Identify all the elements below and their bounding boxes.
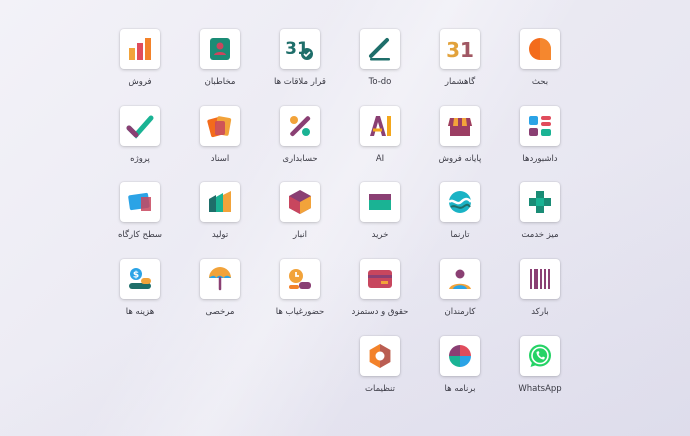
app-label-attendances[interactable]: حضورغیاب ها: [276, 307, 325, 318]
employees-icon[interactable]: [440, 259, 480, 299]
app-label-employees[interactable]: کارمندان: [445, 307, 476, 318]
payroll-icon[interactable]: [360, 259, 400, 299]
pos-icon[interactable]: [440, 106, 480, 146]
app-label-shopfloor[interactable]: سطح کارگاه: [118, 230, 162, 241]
app-tile-employees[interactable]: کارمندان: [420, 259, 500, 329]
inventory-icon[interactable]: [280, 182, 320, 222]
svg-text:$: $: [133, 271, 139, 281]
app-label-dashboards[interactable]: داشبوردها: [522, 154, 557, 165]
helpdesk-icon[interactable]: [520, 182, 560, 222]
manufacturing-icon[interactable]: [200, 182, 240, 222]
app-label-appointments[interactable]: قرار ملاقات ها: [274, 77, 326, 88]
app-tile-inventory[interactable]: انبار: [260, 182, 340, 252]
dashboards-icon[interactable]: [520, 106, 560, 146]
app-label-barcode[interactable]: بارکد: [531, 307, 549, 318]
expenses-icon[interactable]: $: [120, 259, 160, 299]
app-tile-barcode[interactable]: بارکد: [500, 259, 580, 329]
attendances-icon[interactable]: [280, 259, 320, 299]
timeoff-icon[interactable]: [200, 259, 240, 299]
app-tile-shopfloor[interactable]: سطح کارگاه: [100, 182, 180, 252]
app-label-whatsapp[interactable]: WhatsApp: [518, 384, 561, 395]
app-tile-accounting[interactable]: حسابداری: [260, 106, 340, 176]
app-tile-website[interactable]: تارنما: [420, 182, 500, 252]
svg-text:1: 1: [460, 38, 474, 62]
barcode-icon[interactable]: [520, 259, 560, 299]
sales-icon[interactable]: [120, 29, 160, 69]
contacts-icon[interactable]: [200, 29, 240, 69]
app-tile-ai[interactable]: AI: [340, 106, 420, 176]
app-label-helpdesk[interactable]: میز خدمت: [521, 230, 558, 241]
todo-icon[interactable]: [360, 29, 400, 69]
app-label-website[interactable]: تارنما: [451, 230, 470, 241]
app-tile-contacts[interactable]: مخاطبان: [180, 29, 260, 99]
appointment-icon[interactable]: 31: [280, 29, 320, 69]
app-tile-expenses[interactable]: $ هزینه ها: [100, 259, 180, 329]
app-tile-project[interactable]: پروژه: [100, 106, 180, 176]
app-label-purchase[interactable]: خرید: [372, 230, 389, 241]
app-tile-discuss[interactable]: بحث: [500, 29, 580, 99]
app-label-ai[interactable]: AI: [376, 154, 384, 165]
app-label-expenses[interactable]: هزینه ها: [126, 307, 154, 318]
settings-icon[interactable]: [360, 336, 400, 376]
apps-icon[interactable]: [440, 336, 480, 376]
app-tile-attendances[interactable]: حضورغیاب ها: [260, 259, 340, 329]
app-tile-payroll[interactable]: حقوق و دستمزد: [340, 259, 420, 329]
app-label-settings[interactable]: تنظیمات: [365, 384, 395, 395]
app-tile-helpdesk[interactable]: میز خدمت: [500, 182, 580, 252]
app-tile-purchase[interactable]: خرید: [340, 182, 420, 252]
app-tile-pos[interactable]: پایانه فروش: [420, 106, 500, 176]
app-tile-documents[interactable]: اسناد: [180, 106, 260, 176]
app-tile-apps[interactable]: برنامه ها: [420, 336, 500, 406]
shopfloor-icon[interactable]: [120, 182, 160, 222]
app-label-calendar[interactable]: گاهشمار: [445, 77, 475, 88]
project-icon[interactable]: [120, 106, 160, 146]
app-label-timeoff[interactable]: مرخصی: [206, 307, 235, 318]
calendar-icon[interactable]: 31 1: [440, 29, 480, 69]
app-tile-calendar[interactable]: 31 1 گاهشمار: [420, 29, 500, 99]
app-tile-manufacturing[interactable]: تولید: [180, 182, 260, 252]
app-tile-appointments[interactable]: 31 قرار ملاقات ها: [260, 29, 340, 99]
app-label-payroll[interactable]: حقوق و دستمزد: [352, 307, 409, 318]
app-tile-todo[interactable]: To-do: [340, 29, 420, 99]
app-label-contacts[interactable]: مخاطبان: [205, 77, 236, 88]
app-tile-whatsapp[interactable]: WhatsApp: [500, 336, 580, 406]
app-label-pos[interactable]: پایانه فروش: [439, 154, 482, 165]
app-label-manufacturing[interactable]: تولید: [212, 230, 228, 241]
purchase-icon[interactable]: [360, 182, 400, 222]
whatsapp-icon[interactable]: [520, 336, 560, 376]
app-label-apps[interactable]: برنامه ها: [445, 384, 476, 395]
ai-icon[interactable]: [360, 106, 400, 146]
app-label-sales[interactable]: فروش: [128, 77, 151, 88]
app-label-project[interactable]: پروژه: [130, 154, 150, 165]
app-tile-timeoff[interactable]: مرخصی: [180, 259, 260, 329]
app-tile-settings[interactable]: تنظیمات: [340, 336, 420, 406]
app-tile-dashboards[interactable]: داشبوردها: [500, 106, 580, 176]
app-label-todo[interactable]: To-do: [369, 77, 392, 88]
app-label-discuss[interactable]: بحث: [532, 77, 548, 88]
app-label-accounting[interactable]: حسابداری: [282, 154, 317, 165]
app-tile-sales[interactable]: فروش: [100, 29, 180, 99]
documents-icon[interactable]: [200, 106, 240, 146]
accounting-icon[interactable]: [280, 106, 320, 146]
discuss-icon[interactable]: [520, 29, 560, 69]
website-icon[interactable]: [440, 182, 480, 222]
app-label-inventory[interactable]: انبار: [293, 230, 307, 241]
app-label-documents[interactable]: اسناد: [211, 154, 229, 165]
